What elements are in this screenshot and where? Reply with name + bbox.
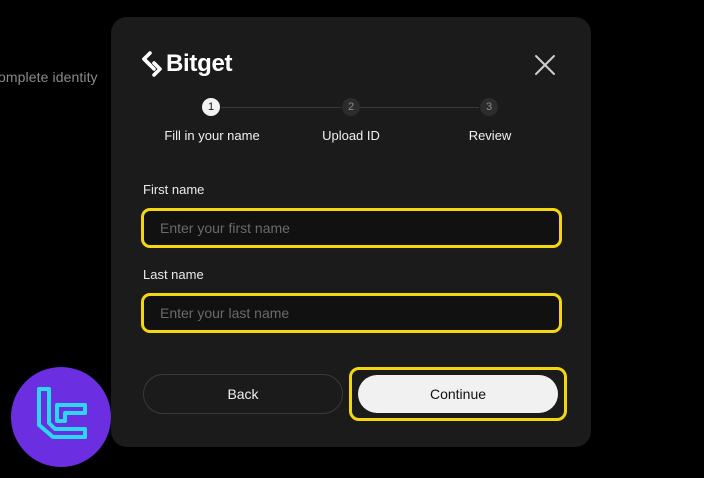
step-1-label: Fill in your name	[164, 128, 260, 143]
continue-button[interactable]: Continue	[358, 375, 558, 413]
step-2-indicator: 2	[342, 98, 360, 116]
back-button[interactable]: Back	[143, 374, 343, 414]
last-name-field	[141, 293, 562, 333]
step-2-label: Upload ID	[322, 128, 380, 143]
step-3-indicator: 3	[480, 98, 498, 116]
last-name-input[interactable]	[144, 296, 559, 330]
bitget-logo-icon	[142, 51, 162, 77]
close-button[interactable]	[533, 53, 557, 77]
bitget-logo: Bitget	[141, 50, 233, 78]
first-name-input[interactable]	[144, 211, 559, 245]
brand-name: Bitget	[166, 50, 233, 77]
step-1-indicator: 1	[202, 98, 220, 116]
continue-highlight: Continue	[349, 367, 567, 421]
background-partial-text: omplete identity	[0, 69, 98, 85]
stepper-connector-1	[221, 107, 341, 108]
first-name-field	[141, 208, 562, 248]
identity-verification-modal: Bitget 1 2 3 Fill in your name Upload ID…	[111, 17, 591, 447]
close-icon	[535, 55, 555, 75]
stepper-connector-2	[360, 107, 479, 108]
last-name-label: Last name	[143, 267, 204, 282]
first-name-label: First name	[143, 182, 205, 197]
tc-logo-icon	[37, 387, 87, 439]
watermark-logo	[11, 367, 111, 467]
step-3-label: Review	[468, 128, 512, 143]
